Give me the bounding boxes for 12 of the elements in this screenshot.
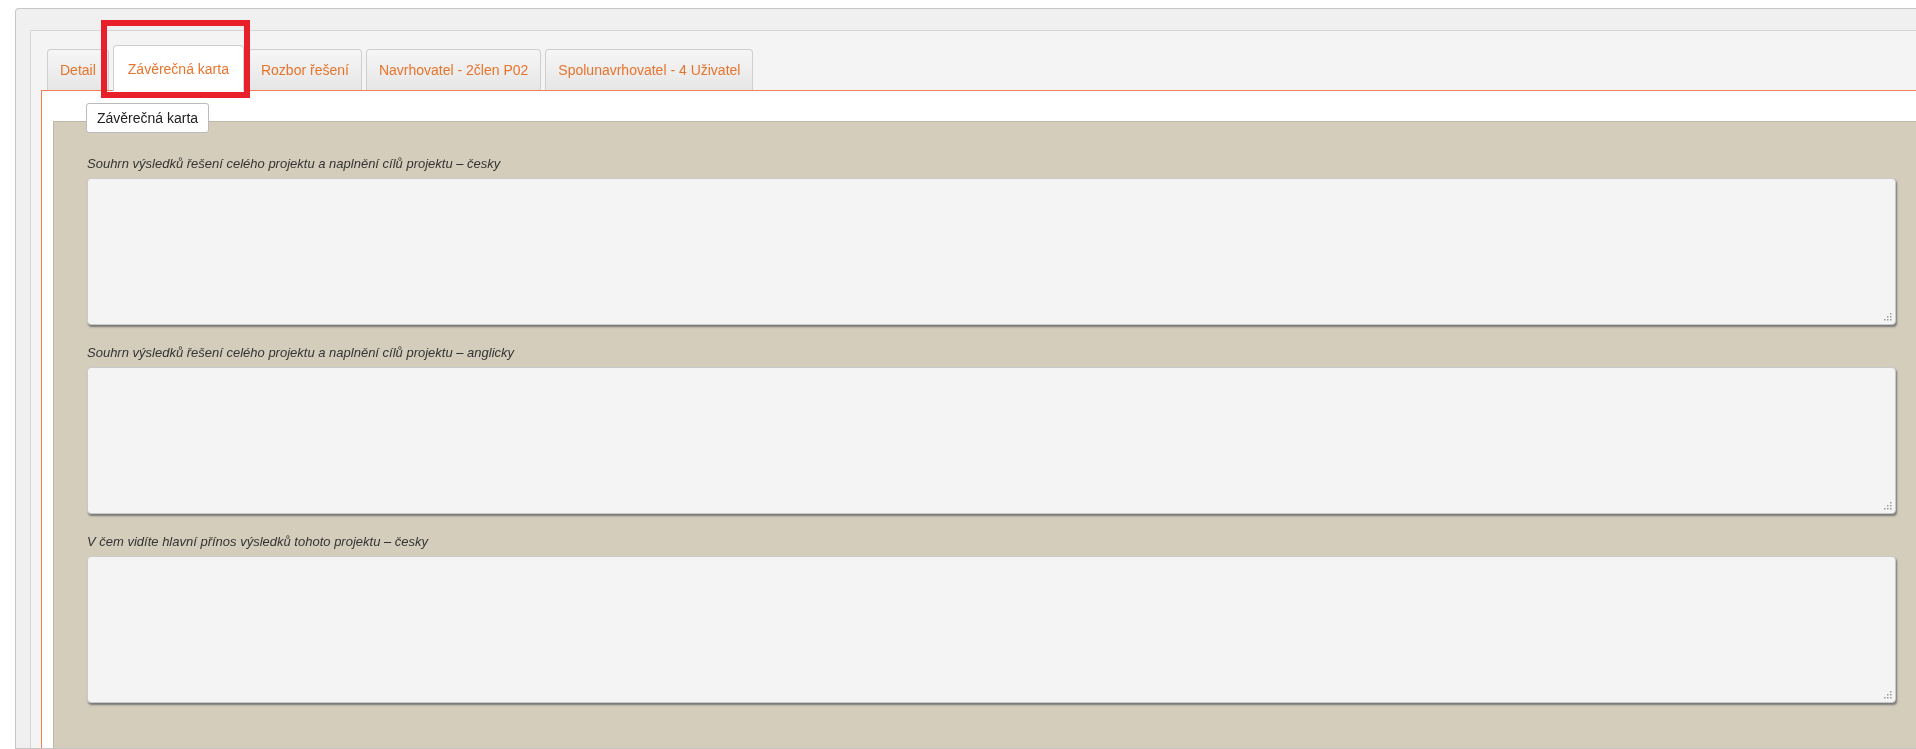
- tab[interactable]: Rozbor řešení: [247, 49, 362, 90]
- resize-grip-icon[interactable]: [1884, 313, 1892, 321]
- field-label: Souhrn výsledků řešení celého projektu a naplnění cílů projektu – česky: [87, 156, 502, 171]
- resize-grip-icon[interactable]: [1884, 691, 1892, 699]
- field-label: V čem vidíte hlavní přínos výsledků tohoto projektu – česky: [87, 534, 430, 549]
- tab[interactable]: Závěrečná karta: [112, 45, 244, 91]
- tab[interactable]: Detail: [47, 49, 109, 90]
- tab[interactable]: Spolunavrhovatel - 4 Uživatel: [545, 49, 754, 90]
- field-label: Souhrn výsledků řešení celého projektu a naplnění cílů projektu – anglicky: [87, 345, 516, 360]
- tab[interactable]: Navrhovatel - 2člen P02: [365, 49, 542, 90]
- fieldset-legend: Závěrečná karta: [86, 103, 210, 133]
- resize-grip-icon[interactable]: [1884, 502, 1892, 510]
